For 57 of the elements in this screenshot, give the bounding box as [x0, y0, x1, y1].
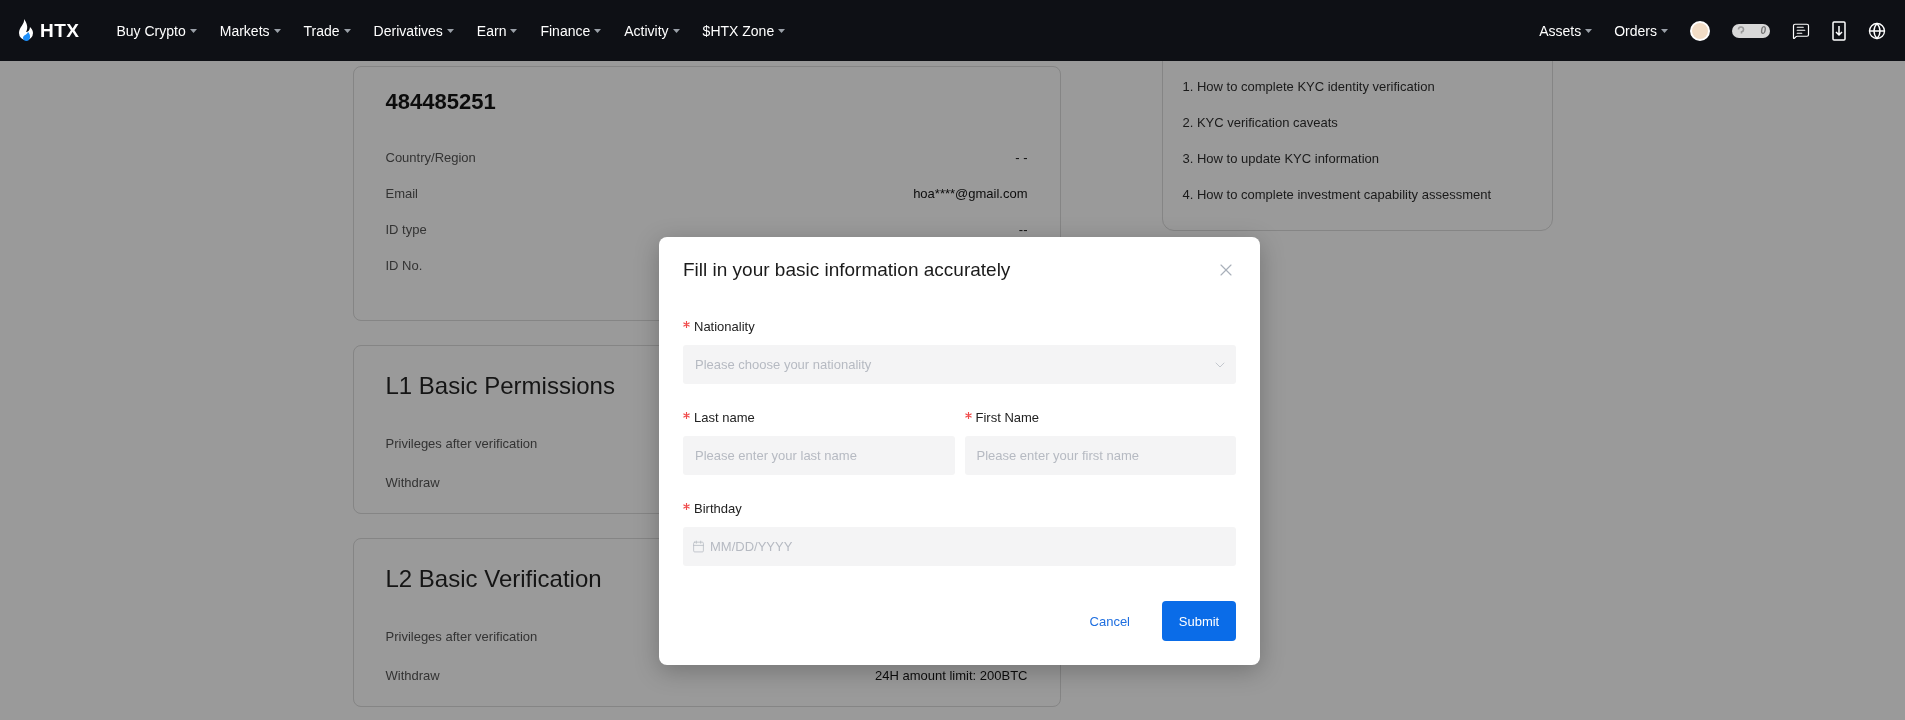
field-label: First Name — [975, 410, 1040, 425]
caret-icon — [672, 28, 680, 33]
globe-icon[interactable] — [1868, 21, 1886, 40]
modal-title: Fill in your basic information accurately — [683, 259, 1011, 281]
nav-menu-item[interactable]: Assets — [1539, 22, 1593, 39]
nav-menu-item[interactable]: Buy Crypto — [116, 22, 197, 39]
help-link[interactable]: 4. How to complete investment capability assessment — [1182, 187, 1532, 202]
caret-icon — [594, 28, 602, 33]
info-label: ID No. — [385, 257, 423, 273]
info-label: Country/Region — [385, 149, 476, 165]
info-label: ID type — [385, 221, 427, 237]
cancel-button[interactable]: Cancel — [1089, 613, 1130, 629]
help-link[interactable]: 2. KYC verification caveats — [1182, 115, 1532, 130]
field-label: Nationality — [694, 319, 755, 334]
nav-menu-item[interactable]: Orders — [1614, 22, 1668, 39]
nav-menu-item[interactable]: Finance — [540, 22, 602, 39]
calendar-icon — [692, 540, 705, 553]
submit-button[interactable]: Submit — [1162, 601, 1236, 641]
level-title: L1 Basic Permissions — [385, 372, 616, 400]
caret-icon — [778, 28, 786, 33]
info-label: Email — [385, 185, 418, 201]
nav-menu-item[interactable]: Markets — [219, 22, 281, 39]
nav-menu-item[interactable]: Derivatives — [373, 22, 454, 39]
info-label: Withdraw — [385, 668, 440, 683]
question-icon — [1736, 25, 1746, 36]
message-icon[interactable] — [1792, 21, 1810, 40]
caret-icon — [273, 28, 281, 33]
info-label: Withdraw — [385, 475, 440, 490]
avatar-icon[interactable] — [1690, 20, 1710, 41]
help-link[interactable]: 1. How to complete KYC identity verification — [1182, 79, 1532, 94]
help-link[interactable]: 3. How to update KYC information — [1182, 151, 1532, 166]
field-label: Birthday — [694, 501, 742, 516]
download-icon[interactable] — [1832, 20, 1846, 41]
info-label: Privileges after verification — [385, 629, 538, 644]
info-value: - - — [1015, 149, 1028, 165]
logo-text: HTX — [40, 19, 80, 42]
account-uid: 484485251 — [385, 89, 497, 115]
input-field[interactable]: Please enter your first name — [964, 436, 1236, 475]
info-value: 24H amount limit: 200BTC — [875, 668, 1028, 683]
info-value: -- — [1018, 221, 1028, 237]
info-label: Privileges after verification — [385, 436, 538, 451]
nav-menu-item[interactable]: $HTX Zone — [702, 22, 786, 39]
caret-icon — [189, 28, 197, 33]
nationality-select[interactable]: Please choose your nationality — [683, 345, 1236, 384]
caret-icon — [510, 28, 518, 33]
caret-icon — [343, 28, 351, 33]
field-label: Last name — [694, 410, 755, 425]
input-field[interactable]: Please enter your last name — [683, 436, 955, 475]
info-value: hoa****@gmail.com — [913, 185, 1028, 201]
caret-icon — [446, 28, 454, 33]
level-title: L2 Basic Verification — [385, 565, 603, 593]
date-field[interactable]: MM/DD/YYYY — [683, 527, 1236, 566]
caret-icon — [1661, 28, 1668, 33]
caret-icon — [1585, 28, 1593, 33]
nav-menu-item[interactable]: Trade — [303, 22, 351, 39]
nav-menu-item[interactable]: Activity — [624, 22, 680, 39]
nav-menu-item[interactable]: Earn — [476, 22, 518, 39]
